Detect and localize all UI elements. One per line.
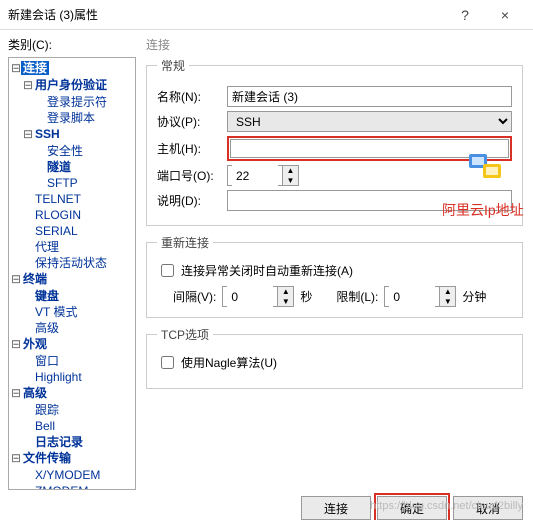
port-input[interactable]: [232, 165, 278, 186]
tree-item[interactable]: 日志记录: [23, 434, 135, 450]
connection-icon: [467, 152, 503, 185]
port-label: 端口号(O):: [157, 167, 221, 184]
tree-item[interactable]: ⊟文件传输X/YMODEMZMODEM: [11, 450, 135, 490]
tree-item[interactable]: Highlight: [23, 369, 135, 385]
dialog-buttons: 连接 确定 取消: [0, 490, 533, 520]
tree-item[interactable]: ⊟高级跟踪Bell日志记录: [11, 385, 135, 450]
connect-button[interactable]: 连接: [301, 496, 371, 520]
category-tree[interactable]: ⊟连接⊟用户身份验证登录提示符登录脚本⊟SSH安全性隧道SFTPTELNETRL…: [8, 57, 136, 490]
tree-item[interactable]: VT 模式: [23, 304, 135, 320]
limit-unit: 分钟: [462, 288, 486, 305]
category-panel: 类别(C): ⊟连接⊟用户身份验证登录提示符登录脚本⊟SSH安全性隧道SFTPT…: [8, 34, 136, 490]
name-label: 名称(N):: [157, 88, 221, 105]
tree-item[interactable]: SERIAL: [23, 223, 135, 239]
window-title: 新建会话 (3)属性: [8, 6, 445, 23]
desc-label: 说明(D):: [157, 192, 221, 209]
tree-item[interactable]: ZMODEM: [23, 483, 135, 490]
annotation-text: 阿里云Ip地址: [442, 200, 524, 220]
nagle-input[interactable]: [161, 356, 174, 369]
chevron-down-icon[interactable]: ▼: [440, 297, 455, 307]
tree-item[interactable]: ⊟用户身份验证登录提示符登录脚本: [23, 77, 135, 126]
tree-item[interactable]: ⊟终端键盘VT 模式高级: [11, 271, 135, 336]
tcp-legend: TCP选项: [157, 326, 213, 343]
tree-item[interactable]: 登录提示符: [35, 94, 135, 110]
tree-item[interactable]: 隧道: [35, 159, 135, 175]
chevron-up-icon[interactable]: ▲: [283, 166, 298, 176]
name-input[interactable]: [227, 86, 512, 107]
tcp-group: TCP选项 使用Nagle算法(U): [146, 326, 523, 389]
tree-item[interactable]: 键盘: [23, 288, 135, 304]
ok-button[interactable]: 确定: [377, 496, 447, 520]
reconnect-group: 重新连接 连接异常关闭时自动重新连接(A) 间隔(V): ▲▼ 秒 限制(L):…: [146, 234, 523, 318]
nagle-checkbox[interactable]: 使用Nagle算法(U): [157, 353, 512, 372]
tree-item[interactable]: Bell: [23, 418, 135, 434]
limit-label: 限制(L):: [336, 288, 378, 305]
protocol-label: 协议(P):: [157, 113, 221, 130]
tree-item[interactable]: ⊟SSH安全性隧道SFTP: [23, 126, 135, 191]
cancel-button[interactable]: 取消: [453, 496, 523, 520]
settings-panel: 连接 常规 名称(N): 协议(P): SSH 主机(H): 端口号(O):: [144, 34, 525, 490]
tree-item[interactable]: 登录脚本: [35, 110, 135, 126]
tree-item[interactable]: ⊟连接⊟用户身份验证登录提示符登录脚本⊟SSH安全性隧道SFTPTELNETRL…: [11, 60, 135, 271]
tree-item[interactable]: 高级: [23, 320, 135, 336]
tree-item[interactable]: SFTP: [35, 175, 135, 191]
protocol-select[interactable]: SSH: [227, 111, 512, 132]
dialog-body: 类别(C): ⊟连接⊟用户身份验证登录提示符登录脚本⊟SSH安全性隧道SFTPT…: [0, 30, 533, 490]
interval-unit: 秒: [300, 288, 312, 305]
tree-item[interactable]: 跟踪: [23, 402, 135, 418]
tree-item[interactable]: 安全性: [35, 143, 135, 159]
auto-reconnect-label: 连接异常关闭时自动重新连接(A): [181, 262, 353, 279]
general-legend: 常规: [157, 57, 189, 74]
interval-label: 间隔(V):: [173, 288, 216, 305]
help-button[interactable]: ?: [445, 7, 485, 23]
port-spinner[interactable]: ▲▼: [227, 165, 299, 186]
tree-item[interactable]: RLOGIN: [23, 207, 135, 223]
tree-item[interactable]: 代理: [23, 239, 135, 255]
tree-item[interactable]: 窗口: [23, 353, 135, 369]
chevron-up-icon[interactable]: ▲: [440, 287, 455, 297]
chevron-up-icon[interactable]: ▲: [278, 287, 293, 297]
category-label: 类别(C):: [8, 36, 136, 53]
reconnect-legend: 重新连接: [157, 234, 213, 251]
limit-input[interactable]: [389, 286, 435, 307]
auto-reconnect-input[interactable]: [161, 264, 174, 277]
limit-spinner[interactable]: ▲▼: [384, 286, 456, 307]
auto-reconnect-checkbox[interactable]: 连接异常关闭时自动重新连接(A): [157, 261, 512, 280]
interval-input[interactable]: [227, 286, 273, 307]
nagle-label: 使用Nagle算法(U): [181, 354, 277, 371]
close-button[interactable]: ×: [485, 7, 525, 23]
tree-item[interactable]: TELNET: [23, 191, 135, 207]
interval-spinner[interactable]: ▲▼: [222, 286, 294, 307]
chevron-down-icon[interactable]: ▼: [278, 297, 293, 307]
tree-item[interactable]: X/YMODEM: [23, 467, 135, 483]
chevron-down-icon[interactable]: ▼: [283, 176, 298, 186]
host-label: 主机(H):: [157, 140, 221, 157]
tree-item[interactable]: 保持活动状态: [23, 255, 135, 271]
titlebar: 新建会话 (3)属性 ? ×: [0, 0, 533, 30]
section-title: 连接: [146, 36, 523, 53]
tree-item[interactable]: ⊟外观窗口Highlight: [11, 336, 135, 385]
